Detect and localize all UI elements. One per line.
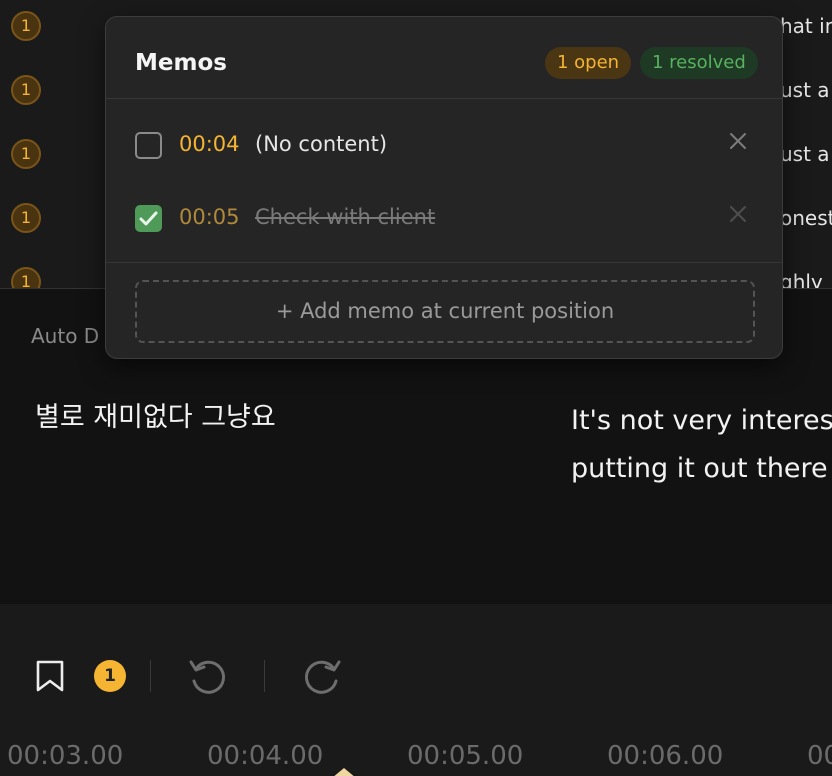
memo-item[interactable]: 00:05 Check with client: [106, 182, 782, 254]
memo-count-badge[interactable]: 1: [94, 660, 126, 692]
source-subtitle-text[interactable]: 별로 재미없다 그냥요: [35, 395, 276, 434]
redo-icon[interactable]: [300, 655, 344, 699]
timeline-tick: 00:05.00: [407, 741, 524, 771]
memo-content[interactable]: (No content): [255, 132, 387, 156]
popup-header: Memos 1 open 1 resolved: [106, 17, 782, 99]
memo-badge[interactable]: 1: [11, 75, 41, 105]
memo-timestamp[interactable]: 00:05: [179, 205, 240, 229]
timeline-tick: 00:06.00: [607, 741, 724, 771]
close-icon[interactable]: [726, 202, 750, 226]
toolbar-divider: [264, 660, 265, 692]
checkmark-icon: [139, 211, 158, 226]
subtitle-text: ust a: [780, 142, 830, 166]
toolbar-divider: [150, 660, 151, 692]
popup-title: Memos: [135, 50, 227, 76]
open-count-badge: 1 open: [545, 47, 632, 79]
bookmark-icon[interactable]: [34, 659, 66, 693]
timeline-tick: 00:04.00: [207, 741, 324, 771]
timeline-tick: 00: [807, 741, 832, 771]
memo-checkbox[interactable]: [135, 205, 162, 232]
subtitle-text: onest: [780, 206, 832, 230]
playhead-marker[interactable]: [332, 768, 356, 776]
memo-item[interactable]: 00:04 (No content): [106, 109, 782, 181]
memo-badge[interactable]: 1: [11, 139, 41, 169]
translated-subtitle-text[interactable]: It's not very interes putting it out the…: [571, 397, 832, 493]
translated-line: It's not very interes: [571, 405, 832, 436]
memo-timestamp[interactable]: 00:04: [179, 132, 240, 156]
memo-checkbox[interactable]: [135, 132, 162, 159]
subtitle-text: ust a: [780, 78, 830, 102]
subtitle-text: hat in: [780, 14, 832, 38]
memos-popup: Memos 1 open 1 resolved 00:04 (No conten…: [105, 16, 783, 359]
undo-icon[interactable]: [186, 655, 230, 699]
auto-detect-label: Auto D: [31, 324, 100, 348]
memo-badge[interactable]: 1: [11, 11, 41, 41]
timeline-tick: 00:03.00: [7, 741, 124, 771]
close-icon[interactable]: [726, 129, 750, 153]
divider: [106, 262, 782, 263]
memo-badge[interactable]: 1: [11, 267, 41, 288]
memo-content[interactable]: Check with client: [255, 205, 435, 229]
memo-badge[interactable]: 1: [11, 203, 41, 233]
translated-line: putting it out there: [571, 453, 828, 484]
add-memo-button[interactable]: + Add memo at current position: [135, 280, 755, 343]
subtitle-text: ghly: [780, 270, 823, 289]
resolved-count-badge: 1 resolved: [640, 47, 758, 79]
